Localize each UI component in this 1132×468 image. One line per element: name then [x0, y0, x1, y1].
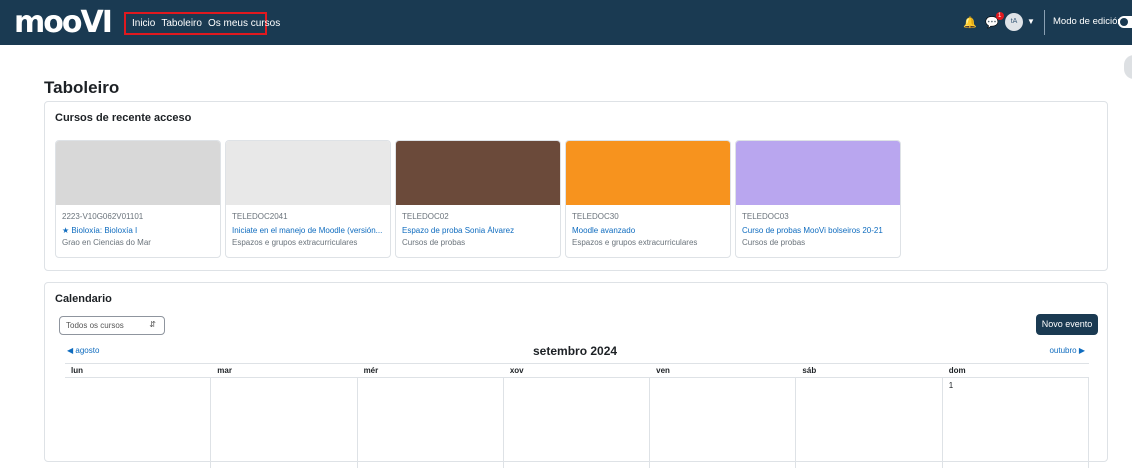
arrow-right-icon: ▶ [1076, 346, 1085, 355]
user-avatar[interactable]: tA [1005, 13, 1023, 31]
course-card[interactable]: TELEDOC30 Moodle avanzado Espazos e grup… [565, 140, 731, 258]
month-title: setembro 2024 [533, 344, 618, 358]
course-fullname-link[interactable]: Curso de probas MooVi bolseiros 20-21 [742, 226, 896, 235]
messages-badge: 1 [995, 12, 1004, 20]
edit-mode-toggle[interactable] [1118, 16, 1132, 28]
top-navbar: mooVI Inicio Taboleiro Os meus cursos 🔔 … [0, 0, 1132, 45]
calendar-day-cell[interactable] [504, 378, 651, 468]
calendar-day-cell[interactable]: 1 [943, 378, 1089, 468]
recent-courses-title: Cursos de recente acceso [55, 112, 192, 124]
next-month-link[interactable]: outubro ▶ [1049, 346, 1085, 355]
nav-item-os-meus-cursos[interactable]: Os meus cursos [208, 18, 280, 29]
calendar-day-cell[interactable] [650, 378, 797, 468]
course-category: Cursos de probas [742, 238, 806, 247]
next-month-label: outubro [1049, 346, 1077, 355]
weekday-header: xov [503, 364, 651, 378]
course-fullname: Moodle avanzado [572, 226, 636, 235]
weekday-header: ven [650, 364, 797, 378]
calendar-day-cell[interactable] [211, 378, 358, 468]
calendar-title: Calendario [55, 293, 112, 305]
nav-divider [1044, 10, 1045, 35]
weekday-header: mér [357, 364, 504, 378]
primary-navigation: Inicio Taboleiro Os meus cursos [124, 12, 280, 35]
star-icon: ★ [62, 226, 72, 235]
page-title: Taboleiro [44, 78, 120, 97]
calendar-grid: lun mar mér xov ven sáb dom 1 [65, 363, 1089, 468]
messages-icon[interactable]: 💬 1 [985, 12, 1004, 29]
chevron-down-icon[interactable]: ▼ [1027, 17, 1035, 26]
course-fullname: Bioloxía: Bioloxía I [71, 226, 138, 235]
course-fullname-link[interactable]: Moodle avanzado [572, 226, 726, 235]
course-fullname-link[interactable]: Espazo de proba Sonia Álvarez [402, 226, 556, 235]
course-card[interactable]: TELEDOC2041 Iniciate en el manejo de Moo… [225, 140, 391, 258]
course-shortname: 2223-V10G062V01101 [62, 212, 144, 221]
course-category: Cursos de probas [402, 238, 466, 247]
course-fullname: Curso de probas MooVi bolseiros 20-21 [742, 226, 883, 235]
course-filter-select[interactable]: Todos os cursos ⇵ [59, 316, 165, 335]
logo-text: mooVI [14, 5, 113, 40]
course-category: Grao en Ciencias do Mar [62, 238, 151, 247]
recent-courses-block: Cursos de recente acceso 2223-V10G062V01… [44, 101, 1108, 271]
weekday-header: mar [211, 364, 358, 378]
moovi-logo[interactable]: mooVI [14, 5, 113, 40]
select-arrow-icon: ⇵ [149, 320, 156, 329]
course-fullname-link[interactable]: ★ Bioloxía: Bioloxía I [62, 226, 216, 235]
weekday-header: dom [942, 364, 1089, 378]
course-shortname: TELEDOC2041 [232, 212, 288, 221]
nav-item-inicio[interactable]: Inicio [132, 18, 155, 29]
calendar-day-cell[interactable] [65, 378, 212, 468]
course-image [396, 141, 560, 205]
course-card[interactable]: TELEDOC02 Espazo de proba Sonia Álvarez … [395, 140, 561, 258]
course-image [56, 141, 220, 205]
course-shortname: TELEDOC02 [402, 212, 449, 221]
course-fullname: Iniciate en el manejo de Moodle (versión… [232, 226, 383, 235]
course-fullname: Espazo de proba Sonia Álvarez [402, 226, 515, 235]
calendar-block: Calendario Todos os cursos ⇵ Novo evento… [44, 282, 1108, 468]
course-shortname: TELEDOC30 [572, 212, 619, 221]
course-image [566, 141, 730, 205]
calendar-day-cell[interactable] [796, 378, 943, 468]
course-shortname: TELEDOC03 [742, 212, 789, 221]
edit-mode-label: Modo de edición [1053, 16, 1123, 27]
previous-month-label: agosto [75, 346, 100, 355]
course-image [226, 141, 390, 205]
course-category: Espazos e grupos extracurriculares [232, 238, 358, 247]
course-card[interactable]: 2223-V10G062V01101 ★ Bioloxía: Bioloxía … [55, 140, 221, 258]
course-image [736, 141, 900, 205]
nav-item-taboleiro[interactable]: Taboleiro [161, 18, 202, 29]
calendar-day-cell[interactable] [358, 378, 504, 468]
previous-month-link[interactable]: ◀ agosto [67, 346, 99, 355]
course-filter-value: Todos os cursos [66, 321, 124, 330]
notifications-bell-icon[interactable]: 🔔 [963, 16, 977, 29]
new-event-button[interactable]: Novo evento [1036, 314, 1098, 335]
drawer-toggle-button[interactable] [1124, 55, 1132, 79]
course-category: Espazos e grupos extracurriculares [572, 238, 698, 247]
course-card[interactable]: TELEDOC03 Curso de probas MooVi bolseiro… [735, 140, 901, 258]
course-fullname-link[interactable]: Iniciate en el manejo de Moodle (versión… [232, 226, 386, 235]
weekday-header: sáb [796, 364, 943, 378]
weekday-header: lun [65, 364, 212, 378]
